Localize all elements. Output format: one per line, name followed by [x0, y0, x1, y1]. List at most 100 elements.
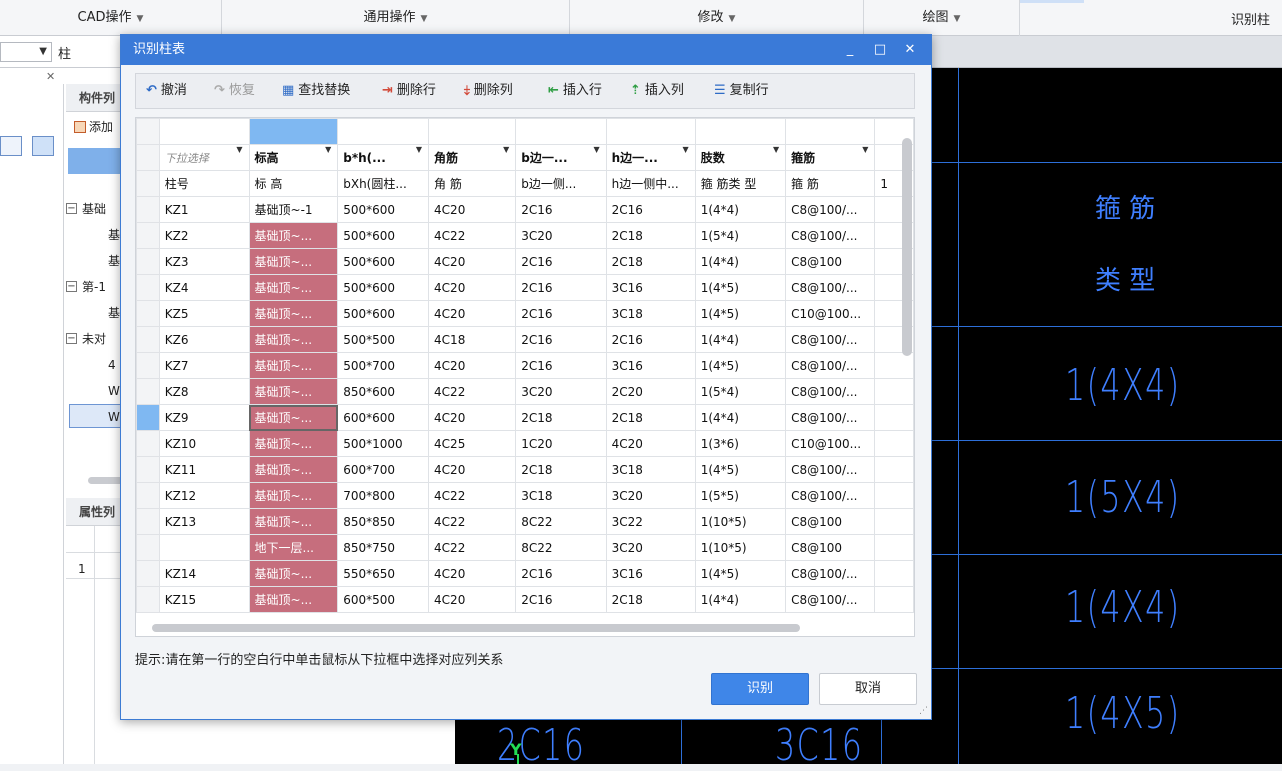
cancel-button[interactable]: 取消	[819, 673, 917, 705]
ribbon-group-recognize-column[interactable]: 识别柱	[1231, 9, 1270, 28]
grid-cell[interactable]: 4C20	[428, 248, 517, 275]
grid-cell[interactable]: 4C18	[428, 326, 517, 353]
grid-cell[interactable]: 4C25	[428, 430, 517, 457]
grid-cell[interactable]: C8@100/...	[785, 456, 876, 483]
grid-cell[interactable]: 4C20	[428, 274, 517, 301]
grid-cell[interactable]: 4C20	[428, 196, 517, 223]
column-mapping-dropdown[interactable]: 标高 ▼	[248, 144, 339, 171]
column-mapping-dropdown[interactable]: 箍筋 ▼	[785, 144, 876, 171]
grid-cell[interactable]: 3C18	[515, 482, 607, 509]
grid-cell[interactable]: 4C20	[428, 352, 517, 379]
grid-cell[interactable]: 4C20	[428, 586, 517, 613]
grid-cell[interactable]: KZ8	[158, 378, 250, 405]
grid-cell[interactable]: 600*500	[337, 586, 430, 613]
grid-cell[interactable]: 2C16	[515, 586, 607, 613]
grid-cell[interactable]: 4C20	[428, 560, 517, 587]
table-row[interactable]: KZ12 基础顶~... 700*800 4C22 3C18 3C20 1(5*5) C8@1…	[136, 482, 914, 509]
list-view-icon[interactable]	[0, 136, 22, 156]
row-header[interactable]	[136, 404, 160, 431]
row-header[interactable]	[136, 274, 160, 301]
column-mapping-dropdown[interactable]: 下拉选择 ▼	[158, 144, 250, 171]
close-icon[interactable]: ✕	[895, 35, 925, 65]
horizontal-scrollbar[interactable]	[152, 624, 800, 632]
column-header-cell[interactable]	[428, 118, 517, 145]
undo-button[interactable]: ↶ 撤消	[146, 74, 187, 108]
table-row[interactable]: KZ1 基础顶~-1 500*600 4C20 2C16 2C16 1(4*4) C8@100…	[136, 196, 914, 223]
table-row[interactable]: KZ11 基础顶~... 600*700 4C20 2C18 3C18 1(4*5) C8@1…	[136, 456, 914, 483]
card-view-icon[interactable]	[32, 136, 54, 156]
table-row[interactable]: KZ3 基础顶~... 500*600 4C20 2C16 2C18 1(4*4) C8@10…	[136, 248, 914, 275]
column-mapping-dropdown[interactable]: 肢数 ▼	[694, 144, 787, 171]
grid-cell[interactable]: 2C18	[605, 222, 696, 249]
grid-cell[interactable]: 1(4*5)	[694, 352, 787, 379]
grid-cell[interactable]: C8@100	[785, 248, 876, 275]
grid-cell[interactable]: 基础顶~...	[248, 274, 339, 301]
table-row[interactable]: KZ10 基础顶~... 500*1000 4C25 1C20 4C20 1(3*6) C10…	[136, 430, 914, 457]
grid-cell[interactable]: 基础顶~...	[248, 326, 339, 353]
grid-cell[interactable]: C8@100/...	[785, 352, 876, 379]
grid-cell[interactable]: C10@100...	[785, 300, 876, 327]
row-header[interactable]	[136, 196, 160, 223]
grid-cell[interactable]: 基础顶~...	[248, 508, 339, 535]
table-row[interactable]: KZ9 基础顶~... 600*600 4C20 2C18 2C18 1(4*4) C8@10…	[136, 404, 914, 431]
grid-cell[interactable]: 4C22	[428, 482, 517, 509]
grid-cell[interactable]: 3C22	[605, 508, 696, 535]
grid-cell[interactable]: 500*600	[337, 222, 430, 249]
grid-cell[interactable]: C8@100/...	[785, 274, 876, 301]
grid-cell[interactable]: 500*600	[337, 248, 430, 275]
row-header[interactable]	[136, 352, 160, 379]
column-mapping-dropdown[interactable]: b*h(... ▼	[337, 144, 430, 171]
grid-cell[interactable]: 500*1000	[337, 430, 430, 457]
grid-cell[interactable]: 基础顶~...	[248, 222, 339, 249]
grid-cell[interactable]: 角 筋	[428, 170, 517, 197]
grid-cell[interactable]: 850*850	[337, 508, 430, 535]
minimize-icon[interactable]: _	[835, 35, 865, 65]
grid-cell[interactable]: 2C18	[515, 456, 607, 483]
grid-cell[interactable]: 1(4*5)	[694, 300, 787, 327]
table-row[interactable]: KZ8 基础顶~... 850*600 4C22 3C20 2C20 1(5*4) C8@10…	[136, 378, 914, 405]
grid-cell[interactable]: 基础顶~...	[248, 352, 339, 379]
collapse-icon[interactable]: −	[66, 333, 77, 344]
grid-cell[interactable]: 4C22	[428, 508, 517, 535]
row-header[interactable]	[136, 456, 160, 483]
grid-cell[interactable]: 1(5*4)	[694, 378, 787, 405]
grid-cell[interactable]: 地下一层...	[248, 534, 339, 561]
grid-cell[interactable]: 1(4*5)	[694, 560, 787, 587]
grid-cell[interactable]: KZ13	[158, 508, 250, 535]
grid-cell[interactable]: 3C20	[515, 378, 607, 405]
grid-cell[interactable]: 1(4*4)	[694, 404, 787, 431]
grid-cell[interactable]: 1(3*6)	[694, 430, 787, 457]
grid-cell[interactable]: KZ2	[158, 222, 250, 249]
column-mapping-dropdown[interactable]: 角筋 ▼	[428, 144, 517, 171]
grid-cell[interactable]: 2C16	[515, 196, 607, 223]
grid-cell[interactable]: 4C22	[428, 534, 517, 561]
grid-cell[interactable]: 基础顶~...	[248, 430, 339, 457]
grid-cell[interactable]: 基础顶~...	[248, 378, 339, 405]
table-row[interactable]: KZ6 基础顶~... 500*500 4C18 2C16 2C16 1(4*4) C8@10…	[136, 326, 914, 353]
table-row[interactable]: KZ2 基础顶~... 500*600 4C22 3C20 2C18 1(5*4) C8@10…	[136, 222, 914, 249]
grid-cell[interactable]: 500*600	[337, 300, 430, 327]
filter-value[interactable]: 柱	[58, 43, 71, 62]
table-row[interactable]: KZ13 基础顶~... 850*850 4C22 8C22 3C22 1(10*5) C8@…	[136, 508, 914, 535]
redo-button[interactable]: ↷ 恢复	[214, 74, 255, 108]
grid-cell[interactable]: 600*600	[337, 404, 430, 431]
grid-cell[interactable]: KZ6	[158, 326, 250, 353]
row-header[interactable]	[136, 508, 160, 535]
grid-cell[interactable]: 基础顶~-1	[248, 196, 339, 223]
grid-cell[interactable]: h边一侧中...	[605, 170, 696, 197]
grid-cell[interactable]: 1(4*4)	[694, 586, 787, 613]
table-row[interactable]: KZ15 基础顶~... 600*500 4C20 2C16 2C18 1(4*4) C8@1…	[136, 586, 914, 613]
column-header-cell[interactable]	[605, 118, 696, 145]
delete-row-button[interactable]: ⇥ 删除行	[382, 74, 436, 108]
table-row[interactable]: KZ4 基础顶~... 500*600 4C20 2C16 3C16 1(4*5) C8@10…	[136, 274, 914, 301]
grid-cell[interactable]: 3C18	[605, 456, 696, 483]
grid-cell[interactable]: 550*650	[337, 560, 430, 587]
grid-cell[interactable]: 8C22	[515, 534, 607, 561]
vertical-scrollbar[interactable]	[902, 138, 912, 356]
column-header-cell[interactable]	[158, 118, 250, 145]
grid-cell[interactable]: KZ1	[158, 196, 250, 223]
insert-row-button[interactable]: ⇤ 插入行	[548, 74, 602, 108]
grid-cell[interactable]: 箍 筋	[785, 170, 876, 197]
row-header[interactable]	[136, 534, 160, 561]
grid-cell[interactable]: 基础顶~...	[248, 586, 339, 613]
